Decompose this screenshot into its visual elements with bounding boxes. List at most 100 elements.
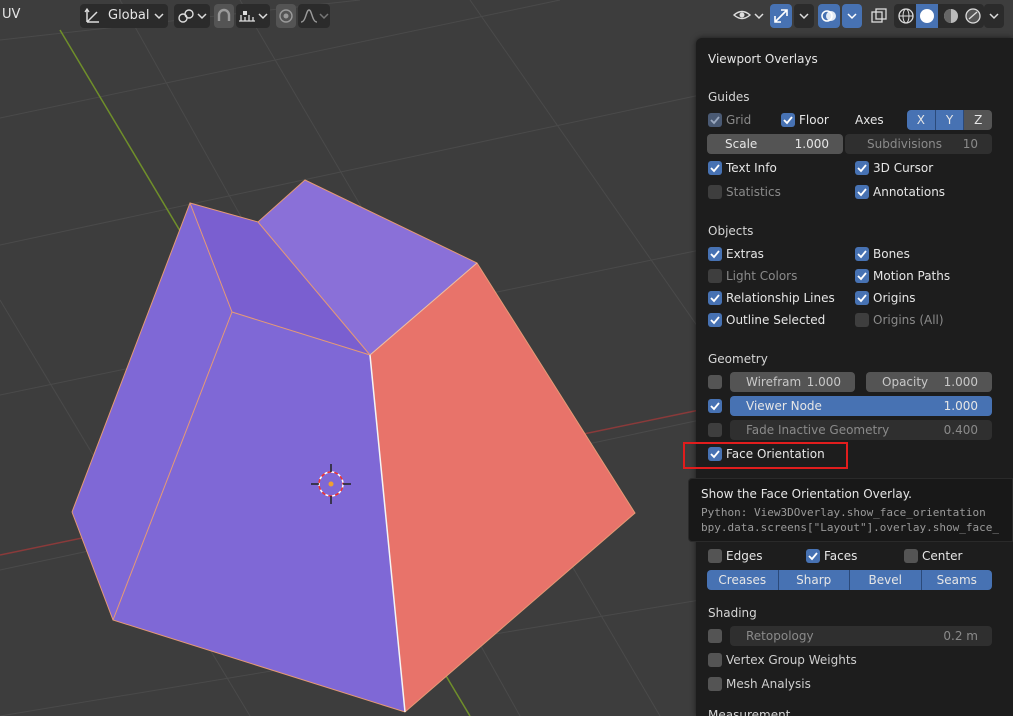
proportional-edit-icon bbox=[279, 9, 293, 23]
overlays-dropdown[interactable] bbox=[842, 4, 862, 28]
tooltip-description: Show the Face Orientation Overlay. bbox=[701, 487, 912, 501]
bevel-toggle[interactable]: Bevel bbox=[850, 570, 922, 590]
gizmo-dropdown[interactable] bbox=[794, 4, 814, 28]
origins-label: Origins bbox=[873, 291, 916, 305]
chevron-down-icon bbox=[799, 13, 809, 20]
opacity-field[interactable]: Opacity 1.000 bbox=[866, 372, 992, 392]
solid-shading-button[interactable] bbox=[916, 4, 938, 28]
eye-icon bbox=[732, 10, 752, 20]
viewer-node-field[interactable]: Viewer Node 1.000 bbox=[730, 396, 992, 416]
subdivisions-field[interactable]: Subdivisions 10 bbox=[845, 134, 992, 154]
fade-inactive-field[interactable]: Fade Inactive Geometry 0.400 bbox=[730, 420, 992, 440]
show-overlays-button[interactable] bbox=[818, 4, 840, 28]
retopology-field[interactable]: Retopology 0.2 m bbox=[730, 626, 992, 646]
retopology-checkbox[interactable] bbox=[708, 629, 722, 643]
chevron-down-icon bbox=[154, 13, 164, 20]
tooltip-python-data-path: bpy.data.screens["Layout"].overlay.show_… bbox=[701, 521, 1000, 534]
seams-toggle[interactable]: Seams bbox=[921, 570, 992, 590]
bones-checkbox[interactable] bbox=[855, 247, 869, 261]
faces-label: Faces bbox=[824, 549, 858, 563]
show-gizmo-button[interactable] bbox=[770, 4, 792, 28]
3d-cursor-checkbox[interactable] bbox=[855, 161, 869, 175]
origins-all-checkbox[interactable] bbox=[855, 313, 869, 327]
overlay-icon bbox=[821, 10, 836, 22]
edges-checkbox[interactable] bbox=[708, 549, 722, 563]
material-preview-icon[interactable] bbox=[942, 7, 960, 25]
pivot-icon bbox=[178, 9, 194, 23]
face-orientation-tooltip: Show the Face Orientation Overlay. Pytho… bbox=[688, 478, 1013, 542]
axis-z-toggle[interactable]: Z bbox=[964, 110, 992, 130]
annotations-checkbox[interactable] bbox=[855, 185, 869, 199]
orientation-icon bbox=[84, 7, 99, 23]
viewer-node-checkbox[interactable] bbox=[708, 399, 722, 413]
wireframe-checkbox[interactable] bbox=[708, 375, 722, 389]
outline-selected-checkbox[interactable] bbox=[708, 313, 722, 327]
mesh-analysis-checkbox[interactable] bbox=[708, 677, 722, 691]
motion-paths-checkbox[interactable] bbox=[855, 269, 869, 283]
snap-target-dropdown[interactable] bbox=[236, 4, 270, 28]
fade-inactive-checkbox[interactable] bbox=[708, 423, 722, 437]
scale-field[interactable]: Scale 1.000 bbox=[707, 134, 843, 154]
origins-checkbox[interactable] bbox=[855, 291, 869, 305]
xray-icon bbox=[871, 8, 887, 23]
solid-shading-icon bbox=[920, 9, 934, 23]
transform-orientation-dropdown[interactable]: Global bbox=[80, 4, 168, 28]
origins-all-label: Origins (All) bbox=[873, 313, 944, 327]
mesh-object[interactable] bbox=[71, 179, 636, 713]
snap-toggle-button[interactable] bbox=[214, 4, 234, 28]
faces-checkbox[interactable] bbox=[806, 549, 820, 563]
pivot-point-dropdown[interactable] bbox=[174, 4, 210, 28]
relationship-lines-checkbox[interactable] bbox=[708, 291, 722, 305]
grid-checkbox[interactable] bbox=[708, 113, 722, 127]
axis-y-toggle[interactable]: Y bbox=[935, 110, 965, 130]
origin-dot bbox=[328, 481, 334, 487]
back-face-right bbox=[370, 263, 635, 712]
vertex-group-weights-label: Vertex Group Weights bbox=[726, 653, 857, 667]
floor-checkbox[interactable] bbox=[781, 113, 795, 127]
geometry-heading: Geometry bbox=[708, 352, 768, 366]
light-colors-label: Light Colors bbox=[726, 269, 798, 283]
viewport-header: UV Global bbox=[0, 0, 1013, 32]
grid-label: Grid bbox=[726, 113, 752, 127]
creases-toggle[interactable]: Creases bbox=[707, 570, 779, 590]
center-checkbox[interactable] bbox=[904, 549, 918, 563]
extras-checkbox[interactable] bbox=[708, 247, 722, 261]
outline-selected-label: Outline Selected bbox=[726, 313, 826, 327]
face-orientation-highlight bbox=[683, 442, 848, 469]
xray-toggle-button[interactable] bbox=[868, 4, 890, 28]
floor-label: Floor bbox=[799, 113, 829, 127]
statistics-checkbox[interactable] bbox=[708, 185, 722, 199]
motion-paths-label: Motion Paths bbox=[873, 269, 951, 283]
object-visibility-dropdown[interactable] bbox=[730, 4, 766, 28]
axes-toggle-group: X Y Z bbox=[907, 110, 992, 130]
wireframe-shading-icon[interactable] bbox=[897, 7, 915, 25]
axis-x-toggle[interactable]: X bbox=[907, 110, 936, 130]
objects-heading: Objects bbox=[708, 224, 754, 238]
vertex-group-weights-checkbox[interactable] bbox=[708, 653, 722, 667]
shading-heading: Shading bbox=[708, 606, 757, 620]
blender-window: UV Global Viewport Overlays Guides Grid … bbox=[0, 0, 1013, 716]
tooltip-python-path: Python: View3DOverlay.show_face_orientat… bbox=[701, 506, 986, 519]
edge-marks-toggle-group: Creases Sharp Bevel Seams bbox=[707, 570, 992, 590]
text-info-checkbox[interactable] bbox=[708, 161, 722, 175]
extras-label: Extras bbox=[726, 247, 764, 261]
wireframe-field[interactable]: Wirefram 1.000 bbox=[730, 372, 855, 392]
3d-cursor-label: 3D Cursor bbox=[873, 161, 934, 175]
proportional-editing-button[interactable] bbox=[276, 4, 296, 28]
shading-mode-group bbox=[894, 4, 984, 28]
shading-dropdown[interactable] bbox=[984, 4, 1004, 28]
snap-increment-icon bbox=[239, 11, 255, 22]
magnet-icon bbox=[217, 8, 231, 21]
chevron-down-icon bbox=[754, 13, 764, 20]
falloff-dropdown[interactable] bbox=[298, 4, 330, 28]
statistics-label: Statistics bbox=[726, 185, 781, 199]
rendered-shading-icon[interactable] bbox=[964, 7, 982, 25]
falloff-curve-icon bbox=[300, 9, 318, 23]
edges-label: Edges bbox=[726, 549, 763, 563]
center-label: Center bbox=[922, 549, 963, 563]
chevron-down-icon bbox=[319, 13, 329, 20]
annotations-label: Annotations bbox=[873, 185, 946, 199]
chevron-down-icon bbox=[258, 13, 268, 20]
light-colors-checkbox[interactable] bbox=[708, 269, 722, 283]
sharp-toggle[interactable]: Sharp bbox=[778, 570, 850, 590]
